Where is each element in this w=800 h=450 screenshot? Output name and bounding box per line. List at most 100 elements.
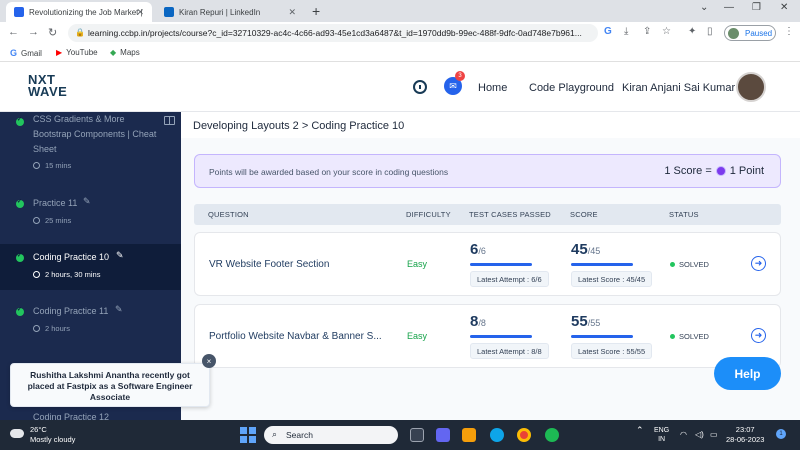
bookmark-gmail[interactable]: G Gmail (10, 48, 42, 58)
arrow-right-circle-icon[interactable]: ➜ (751, 256, 766, 271)
linkedin-favicon-icon (164, 7, 174, 17)
user-name[interactable]: Kiran Anjani Sai Kumar (622, 82, 735, 94)
coin-icon (715, 166, 726, 176)
tests-progress-bar (470, 263, 532, 266)
sidebar-item-coding-practice-11[interactable]: Coding Practice 11 ✎ 2 hours (0, 300, 181, 340)
url-text: learning.ccbp.in/projects/course?c_id=32… (88, 28, 582, 38)
logo-line2: WAVE (28, 84, 68, 99)
google-icon: G (10, 48, 18, 58)
windows-taskbar: 26°C Mostly cloudy ⌕ Search ⌃ ENG IN ◠ ◁… (0, 420, 800, 450)
score: 45/45 (571, 241, 600, 258)
teams-icon[interactable] (436, 428, 450, 442)
close-tab-icon[interactable]: ✕ (288, 7, 296, 18)
questions-table-header: QUESTION DIFFICULTY TEST CASES PASSED SC… (194, 204, 781, 225)
close-icon[interactable]: × (202, 354, 216, 368)
battery-icon[interactable]: ▭ (710, 430, 718, 439)
status-badge: SOLVED (670, 332, 709, 341)
difficulty-label: Easy (407, 331, 428, 341)
completed-check-icon (16, 252, 24, 262)
edge-icon[interactable] (490, 428, 504, 442)
chevron-down-icon[interactable]: ⌄ (700, 2, 708, 13)
placement-toast: Rushitha Lakshmi Anantha recently got pl… (10, 363, 210, 407)
download-icon[interactable]: ⤓ (624, 26, 628, 37)
back-arrow-icon[interactable]: ← (8, 26, 19, 38)
nav-home[interactable]: Home (478, 82, 507, 94)
breadcrumb[interactable]: Developing Layouts 2 > Coding Practice 1… (193, 120, 404, 132)
reload-icon[interactable]: ↻ (48, 26, 57, 39)
book-icon[interactable] (164, 116, 175, 125)
browser-tab-linkedin[interactable]: Kiran Repuri | LinkedIn ✕ (156, 2, 304, 22)
question-name[interactable]: VR Website Footer Section (209, 259, 329, 270)
bookmark-label: YouTube (66, 48, 98, 57)
wifi-icon[interactable]: ◠ (680, 430, 687, 439)
help-button[interactable]: Help (714, 357, 781, 390)
clock-time: 23:07 (735, 425, 755, 434)
notification-count[interactable]: 1 (776, 429, 786, 439)
forward-arrow-icon[interactable]: → (28, 26, 39, 38)
sidebar-item-title: Coding Practice 12 (33, 412, 110, 420)
points-info-banner: Points will be awarded based on your sco… (194, 154, 781, 188)
side-panel-icon[interactable]: ▯ (707, 26, 713, 37)
question-name[interactable]: Portfolio Website Navbar & Banner S... (209, 331, 382, 342)
url-input[interactable]: 🔒 learning.ccbp.in/projects/course?c_id=… (68, 24, 598, 42)
file-explorer-icon[interactable] (462, 428, 476, 442)
sidebar-item-duration: 25 mins (33, 216, 71, 225)
pencil-icon: ✎ (115, 304, 123, 314)
browser-tab-active[interactable]: Revolutionizing the Job Market | ✕ (6, 2, 152, 22)
table-row[interactable]: VR Website Footer Section Easy 6/6 Lates… (194, 232, 781, 296)
more-menu-icon[interactable]: ⋮ (784, 26, 794, 37)
profile-paused-button[interactable]: Paused (724, 25, 776, 41)
browser-tab-bar: Revolutionizing the Job Market | ✕ Kiran… (0, 0, 800, 22)
duration-text: 15 mins (45, 161, 72, 170)
pencil-icon: ✎ (116, 250, 124, 260)
close-window-icon[interactable]: ✕ (780, 2, 788, 13)
bookmark-youtube[interactable]: ▶ YouTube (56, 48, 98, 57)
bookmark-maps[interactable]: ◆ Maps (110, 48, 140, 57)
language-indicator[interactable]: ENG IN (654, 426, 669, 444)
system-clock[interactable]: 23:07 28-06-2023 (726, 425, 764, 445)
new-tab-button[interactable]: + (312, 3, 320, 19)
sidebar-item-title: CSS Gradients & More Bootstrap Component… (33, 114, 157, 154)
taskbar-search[interactable]: ⌕ Search (264, 426, 398, 444)
nxtwave-logo[interactable]: NXT WAVE (28, 73, 68, 99)
sidebar-item-cheat-sheet[interactable]: CSS Gradients & More Bootstrap Component… (0, 112, 181, 174)
sidebar-item-title: Practice 11 (33, 198, 78, 208)
user-avatar[interactable] (736, 72, 766, 102)
stopwatch-icon[interactable] (413, 80, 427, 94)
volume-icon[interactable]: ◁) (695, 430, 704, 439)
tab-title: Revolutionizing the Job Market | (29, 7, 143, 17)
chevron-up-icon[interactable]: ⌃ (636, 426, 644, 435)
table-row[interactable]: Portfolio Website Navbar & Banner S... E… (194, 304, 781, 368)
tests-passed: 8/8 (470, 313, 486, 330)
extensions-icon[interactable]: ✦ (688, 26, 696, 37)
status-dot-icon (670, 334, 675, 339)
close-tab-icon[interactable]: ✕ (136, 7, 144, 18)
score: 55/55 (571, 313, 600, 330)
col-difficulty: DIFFICULTY (406, 210, 451, 219)
google-lens-icon[interactable]: G (604, 26, 612, 37)
completed-check-icon (16, 116, 24, 126)
windows-start-icon[interactable] (240, 427, 256, 443)
difficulty-label: Easy (407, 259, 428, 269)
share-icon[interactable]: ⇪ (643, 26, 651, 37)
sidebar-item-duration: 15 mins (33, 161, 71, 170)
task-view-icon[interactable] (410, 428, 424, 442)
bookmark-star-icon[interactable]: ☆ (662, 26, 671, 37)
pencil-icon: ✎ (83, 196, 91, 206)
sidebar-item-practice-11[interactable]: Practice 11 ✎ 25 mins (0, 192, 181, 232)
minimize-icon[interactable]: — (724, 2, 734, 13)
chrome-icon[interactable] (517, 428, 531, 442)
lang-code: ENG (654, 427, 670, 434)
cloud-icon (10, 429, 24, 438)
sidebar-item-coding-practice-12[interactable]: Coding Practice 12 (0, 410, 181, 420)
profile-avatar (728, 28, 739, 39)
restore-icon[interactable]: ❐ (752, 2, 761, 13)
arrow-right-circle-icon[interactable]: ➜ (751, 328, 766, 343)
spotify-icon[interactable] (545, 428, 559, 442)
clock-icon (33, 325, 40, 332)
nav-code-playground[interactable]: Code Playground (529, 82, 614, 94)
score-left-text: 1 Score = (664, 165, 712, 177)
weather-widget[interactable]: 26°C Mostly cloudy (10, 425, 75, 445)
latest-attempt: Latest Attempt : 6/6 (470, 271, 549, 287)
sidebar-item-coding-practice-10[interactable]: Coding Practice 10 ✎ 2 hours, 30 mins (0, 244, 181, 290)
